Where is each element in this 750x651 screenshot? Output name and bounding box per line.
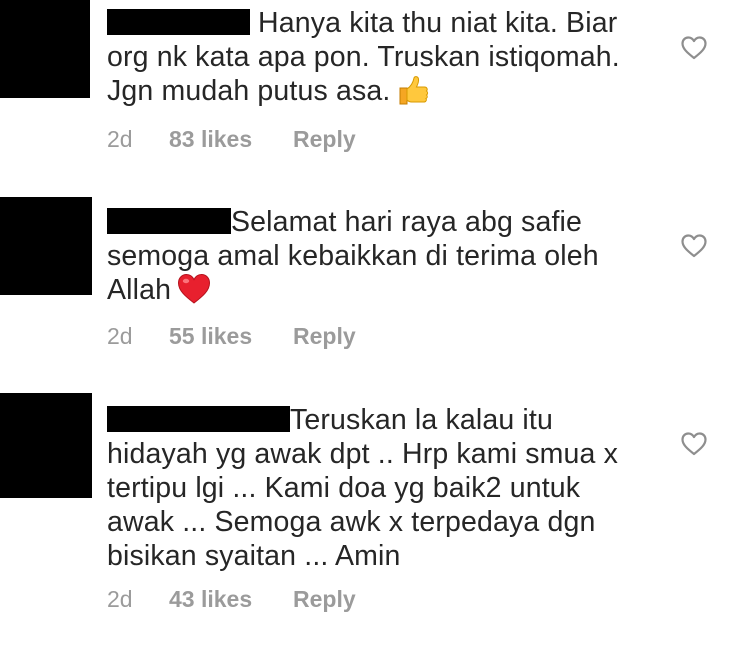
redacted-username[interactable]: [107, 406, 290, 432]
likes-count[interactable]: 43 likes: [169, 586, 293, 613]
comment-line: awak ... Semoga awk x terpedaya dgn: [107, 506, 596, 538]
comment-text: Selamat hari raya abg safie semoga amal …: [107, 205, 599, 307]
reply-button[interactable]: Reply: [293, 323, 356, 350]
likes-count[interactable]: 83 likes: [169, 126, 293, 153]
timestamp: 2d: [107, 586, 133, 612]
comment-line: bisikan syaitan ... Amin: [107, 540, 401, 572]
timestamp: 2d: [107, 126, 133, 152]
comment-line: Hanya kita thu niat kita. Biar: [107, 6, 620, 40]
comment-line: hidayah yg awak dpt .. Hrp kami smua x: [107, 438, 619, 470]
like-heart-icon[interactable]: [681, 234, 707, 258]
comment-meta: 2d 43 likes Reply: [107, 586, 356, 613]
comment-meta: 2d 83 likes Reply: [107, 126, 356, 153]
comment-line: Jgn mudah putus asa.: [107, 74, 620, 108]
timestamp: 2d: [107, 323, 133, 349]
like-heart-icon[interactable]: [681, 36, 707, 60]
like-heart-icon[interactable]: [681, 432, 707, 456]
redacted-username[interactable]: [107, 208, 231, 234]
likes-count[interactable]: 55 likes: [169, 323, 293, 350]
comment-line: Teruskan la kalau itu: [107, 403, 618, 437]
comment-line: tertipu lgi ... Kami doa yg baik2 untuk: [107, 472, 581, 504]
comment-text: Teruskan la kalau itu hidayah yg awak dp…: [107, 403, 618, 573]
redacted-username[interactable]: [107, 9, 250, 35]
reply-button[interactable]: Reply: [293, 586, 356, 613]
thumbs-up-icon: [396, 74, 430, 114]
avatar[interactable]: [0, 197, 92, 295]
red-heart-icon: [177, 273, 211, 313]
comment-text: Hanya kita thu niat kita. Biar org nk ka…: [107, 6, 620, 108]
comment-line: semoga amal kebaikkan di terima oleh: [107, 240, 599, 272]
reply-button[interactable]: Reply: [293, 126, 356, 153]
comment-line: Allah: [107, 273, 599, 307]
avatar[interactable]: [0, 393, 92, 498]
comment-line: org nk kata apa pon. Truskan istiqomah.: [107, 41, 620, 73]
comment-meta: 2d 55 likes Reply: [107, 323, 356, 350]
avatar[interactable]: [0, 0, 90, 98]
comment-line: Selamat hari raya abg safie: [107, 205, 599, 239]
